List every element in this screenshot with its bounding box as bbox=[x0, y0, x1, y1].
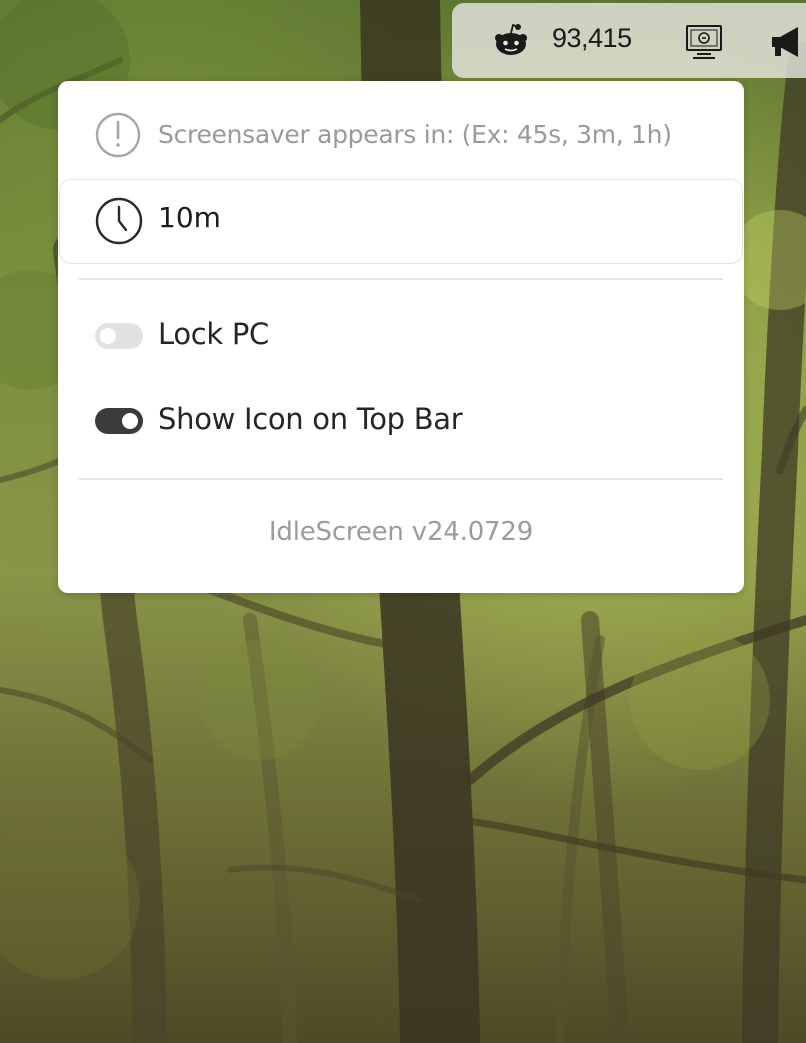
timeout-hint: Screensaver appears in: (Ex: 45s, 3m, 1h… bbox=[58, 103, 744, 169]
divider bbox=[79, 478, 723, 480]
exclamation-circle-icon bbox=[95, 112, 141, 158]
lock-pc-row[interactable]: Lock PC bbox=[58, 306, 744, 366]
show-icon-row[interactable]: Show Icon on Top Bar bbox=[58, 391, 744, 451]
show-icon-toggle[interactable] bbox=[95, 408, 143, 434]
toggle-knob bbox=[122, 413, 138, 429]
clock-icon bbox=[95, 197, 143, 245]
divider bbox=[79, 278, 723, 280]
lock-pc-label: Lock PC bbox=[158, 317, 269, 351]
reddit-karma-count: 93,415 bbox=[552, 23, 632, 53]
timeout-value[interactable]: 10m bbox=[158, 201, 221, 234]
toggle-knob bbox=[100, 328, 116, 344]
version-label: IdleScreen v24.0729 bbox=[268, 517, 534, 547]
timeout-hint-text: Screensaver appears in: (Ex: 45s, 3m, 1h… bbox=[158, 120, 672, 149]
lock-pc-toggle[interactable] bbox=[95, 323, 143, 349]
top-bar: 93,415 bbox=[452, 3, 806, 78]
timeout-input[interactable]: 10m bbox=[59, 179, 743, 264]
idlescreen-settings-popup: Screensaver appears in: (Ex: 45s, 3m, 1h… bbox=[58, 81, 744, 593]
megaphone-icon[interactable] bbox=[770, 25, 806, 59]
monitor-icon[interactable] bbox=[685, 23, 723, 61]
show-icon-label: Show Icon on Top Bar bbox=[158, 402, 463, 436]
reddit-icon[interactable] bbox=[492, 21, 530, 59]
desktop-wallpaper: 93,415 Screensaver appears in: (Ex: 45s,… bbox=[0, 0, 806, 1043]
